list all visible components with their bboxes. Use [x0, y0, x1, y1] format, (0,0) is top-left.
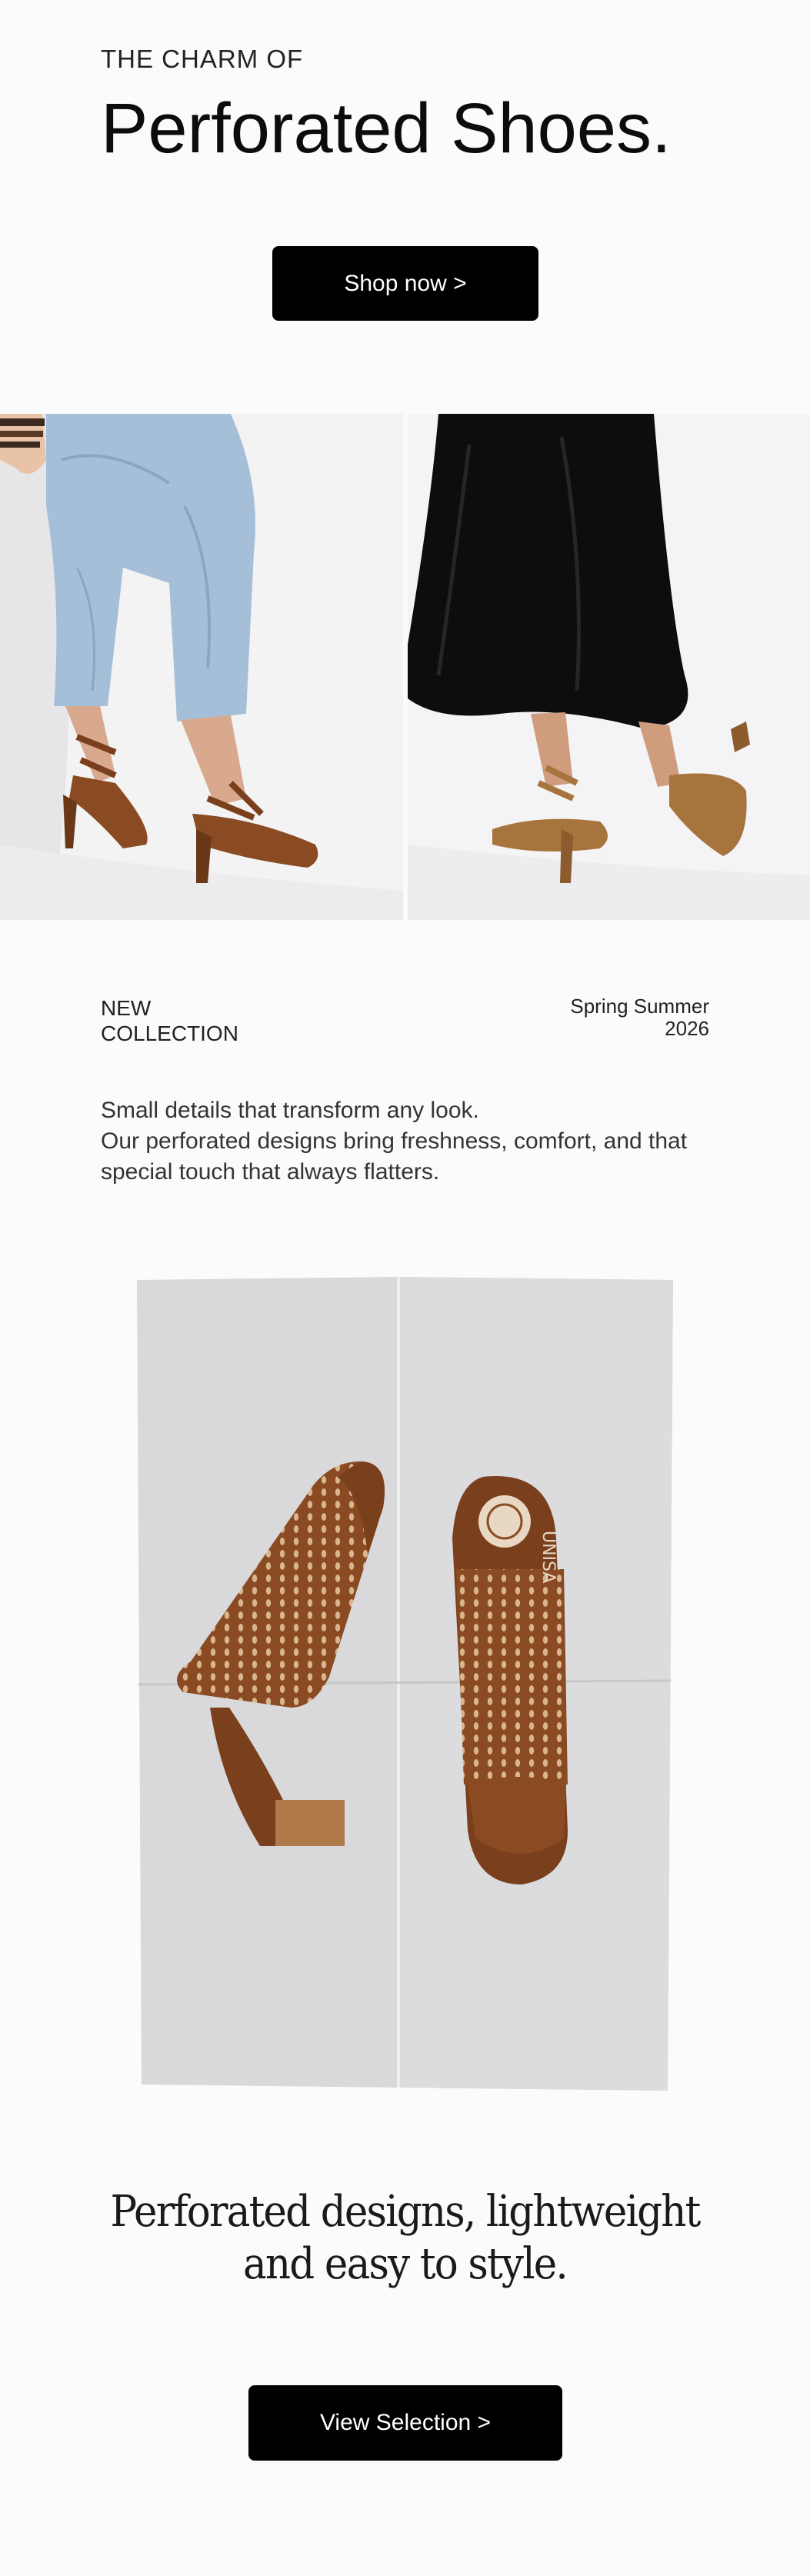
hero-title: Perforated Shoes.: [101, 89, 672, 168]
shop-now-button[interactable]: Shop now >: [272, 246, 538, 321]
lifestyle-photo-jeans[interactable]: [0, 414, 403, 920]
collection-intro: Small details that transform any look. O…: [101, 1095, 716, 1188]
perforated-mules-illustration: UNISA: [137, 1277, 673, 2091]
view-selection-button[interactable]: View Selection >: [248, 2385, 562, 2461]
new-collection-label: NEW COLLECTION: [101, 996, 238, 1045]
hero-eyebrow: THE CHARM OF: [101, 45, 304, 73]
intro-line-1: Small details that transform any look.: [101, 1098, 479, 1123]
lifestyle-photo-skirt[interactable]: [408, 414, 810, 920]
product-photo-perforated-mules[interactable]: UNISA: [137, 1277, 673, 2091]
closing-tagline: Perforated designs, lightweight and easy…: [110, 2187, 702, 2289]
jeans-sandals-illustration: [0, 414, 403, 920]
brand-mark: UNISA: [538, 1531, 558, 1583]
skirt-sandals-illustration: [408, 414, 810, 920]
intro-line-2: Our perforated designs bring freshness, …: [101, 1128, 688, 1185]
season-label: Spring Summer 2026: [570, 995, 709, 1040]
